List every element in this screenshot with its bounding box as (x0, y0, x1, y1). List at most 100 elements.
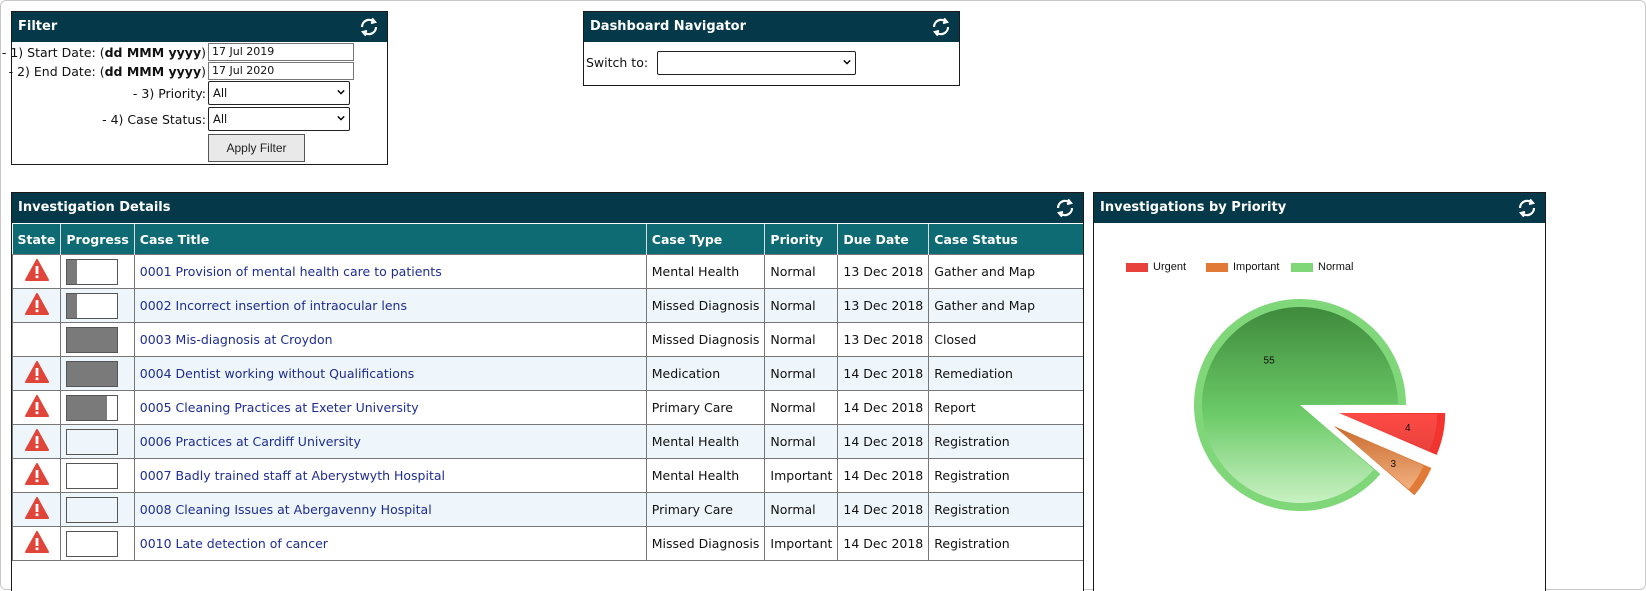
table-row[interactable]: 0008 Cleaning Issues at Abergavenny Hosp… (12, 492, 1083, 527)
pie-slice-urgent[interactable]: 4 (1339, 413, 1446, 455)
case-status-cell: Registration (928, 458, 1083, 493)
due-date-cell: 13 Dec 2018 (837, 322, 930, 357)
case-title-link[interactable]: 0006 Practices at Cardiff University (140, 434, 361, 449)
due-date-cell: 14 Dec 2018 (837, 458, 930, 493)
case-type-cell: Missed Diagnosis (645, 288, 766, 323)
table-row[interactable]: 0006 Practices at Cardiff University Ment… (12, 424, 1083, 459)
progress-bar (66, 360, 119, 387)
start-date-row: - 1) Start Date: (dd MMM yyyy) (2, 42, 206, 62)
column-header-case-type[interactable]: Case Type (646, 224, 766, 255)
case-status-cell: Closed (928, 322, 1083, 357)
progress-bar (66, 428, 119, 455)
column-header-due-date[interactable]: Due Date (837, 224, 930, 255)
case-title-link[interactable]: 0002 Incorrect insertion of intraocular … (140, 298, 407, 313)
progress-cell (60, 458, 135, 493)
state-cell (12, 492, 62, 527)
priority-select[interactable]: All (208, 81, 350, 105)
end-date-input[interactable]: 17 Jul 2020 (208, 62, 354, 80)
due-date-cell: 14 Dec 2018 (837, 390, 930, 425)
priority-cell: Normal (764, 288, 839, 323)
table-row[interactable]: 0005 Cleaning Practices at Exeter Univer… (12, 390, 1083, 425)
pie-data-label: 3 (1391, 459, 1397, 470)
state-cell (12, 390, 62, 425)
table-row[interactable]: 0001 Provision of mental health care to … (12, 254, 1083, 289)
state-cell (12, 356, 62, 391)
priority-chart-title: Investigations by Priority (1100, 200, 1287, 215)
case-type-cell: Missed Diagnosis (645, 526, 766, 561)
pie-data-label: 55 (1264, 355, 1276, 366)
warning-icon (24, 293, 49, 315)
switch-to-select[interactable] (657, 51, 856, 75)
end-date-label: - 2) End Date: (dd MMM yyyy) (8, 63, 206, 79)
case-title-cell[interactable]: 0007 Badly trained staff at Aberystwyth … (133, 458, 647, 493)
priority-label: - 3) Priority: (132, 85, 206, 101)
state-cell (12, 458, 62, 493)
pie-slice-normal[interactable]: 55 (1194, 299, 1406, 512)
column-header-case-title[interactable]: Case Title (134, 224, 647, 255)
start-date-input[interactable]: 17 Jul 2019 (208, 43, 354, 61)
case-title-link[interactable]: 0001 Provision of mental health care to … (140, 264, 442, 279)
warning-icon (24, 463, 49, 485)
case-title-link[interactable]: 0004 Dentist working without Qualificati… (140, 366, 415, 381)
case-title-link[interactable]: 0010 Late detection of cancer (140, 536, 328, 551)
table-row[interactable]: 0007 Badly trained staff at Aberystwyth … (12, 458, 1083, 493)
case-type-cell: Primary Care (645, 390, 766, 425)
progress-fill (67, 293, 78, 318)
case-title-cell[interactable]: 0001 Provision of mental health care to … (133, 254, 647, 289)
column-header-case-status[interactable]: Case Status (928, 224, 1083, 255)
case-status-cell: Gather and Map (928, 254, 1083, 289)
table-row[interactable]: 0003 Mis-diagnosis at Croydon Missed Diag… (12, 322, 1083, 357)
apply-filter-button[interactable]: Apply Filter (208, 134, 305, 162)
table-row[interactable]: 0010 Late detection of cancer Missed Diag… (12, 526, 1083, 561)
investigations-table: State Progress Case Title Case Type Prio… (12, 224, 1083, 561)
warning-icon (24, 531, 49, 553)
case-title-link[interactable]: 0003 Mis-diagnosis at Croydon (140, 332, 333, 347)
case-title-cell[interactable]: 0004 Dentist working without Qualificati… (133, 356, 647, 391)
priority-cell: Normal (764, 390, 839, 425)
state-cell (12, 424, 62, 459)
priority-cell: Important (764, 458, 839, 493)
chevron-down-icon (843, 59, 851, 65)
column-header-progress[interactable]: Progress (60, 224, 135, 255)
state-cell (12, 526, 62, 561)
case-status-cell: Gather and Map (928, 288, 1083, 323)
refresh-icon[interactable] (929, 15, 953, 39)
case-title-cell[interactable]: 0010 Late detection of cancer (133, 526, 647, 561)
case-type-cell: Mental Health (645, 424, 766, 459)
case-title-cell[interactable]: 0005 Cleaning Practices at Exeter Univer… (133, 390, 647, 425)
progress-cell (60, 254, 135, 289)
case-title-cell[interactable]: 0002 Incorrect insertion of intraocular … (133, 288, 647, 323)
progress-bar (66, 326, 119, 353)
table-row[interactable]: 0004 Dentist working without Qualificati… (12, 356, 1083, 391)
case-title-link[interactable]: 0005 Cleaning Practices at Exeter Univer… (140, 400, 419, 415)
priority-chart-header: Investigations by Priority (1094, 193, 1545, 223)
due-date-cell: 14 Dec 2018 (837, 492, 930, 527)
investigations-body: 0001 Provision of mental health care to … (12, 254, 1083, 561)
case-status-cell: Registration (928, 526, 1083, 561)
column-header-state[interactable]: State (12, 224, 62, 255)
column-header-priority[interactable]: Priority (764, 224, 839, 255)
progress-bar (66, 530, 119, 557)
refresh-icon[interactable] (357, 15, 381, 39)
case-type-cell: Mental Health (645, 254, 766, 289)
pie-slice-fill (1339, 413, 1438, 451)
investigation-details-header: Investigation Details (12, 193, 1083, 223)
case-title-link[interactable]: 0007 Badly trained staff at Aberystwyth … (140, 468, 445, 483)
filter-header: Filter (12, 12, 387, 42)
refresh-icon[interactable] (1053, 196, 1077, 220)
end-date-row: - 2) End Date: (dd MMM yyyy) (8, 61, 206, 81)
case-type-cell: Medication (645, 356, 766, 391)
case-status-cell: Registration (928, 492, 1083, 527)
case-title-cell[interactable]: 0006 Practices at Cardiff University (133, 424, 647, 459)
case-title-link[interactable]: 0008 Cleaning Issues at Abergavenny Hosp… (140, 502, 432, 517)
case-title-cell[interactable]: 0008 Cleaning Issues at Abergavenny Hosp… (133, 492, 647, 527)
case-status-select[interactable]: All (208, 107, 350, 131)
due-date-cell: 14 Dec 2018 (837, 526, 930, 561)
priority-chart-panel: Investigations by Priority Urgent Importa… (1093, 192, 1546, 591)
case-status-cell: Registration (928, 424, 1083, 459)
refresh-icon[interactable] (1515, 196, 1539, 220)
table-row[interactable]: 0002 Incorrect insertion of intraocular … (12, 288, 1083, 323)
progress-fill (67, 361, 118, 386)
progress-fill (67, 259, 78, 284)
case-title-cell[interactable]: 0003 Mis-diagnosis at Croydon (133, 322, 647, 357)
